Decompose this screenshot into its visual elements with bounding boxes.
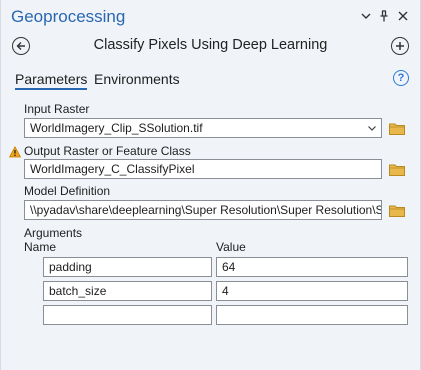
tab-environments[interactable]: Environments [94, 71, 180, 87]
tab-parameters[interactable]: Parameters [15, 71, 88, 90]
output-raster-field[interactable]: WorldImagery_C_ClassifyPixel [24, 159, 382, 179]
warning-icon [8, 145, 22, 158]
geoprocessing-pane: Geoprocessing Classify Pixels Using Deep… [0, 0, 421, 370]
argument-value-cell[interactable]: 64 [216, 257, 408, 277]
folder-icon[interactable] [389, 122, 405, 135]
pin-icon[interactable] [377, 8, 391, 24]
output-raster-label: Output Raster or Feature Class [24, 144, 191, 158]
arguments-column-value: Value [216, 240, 246, 254]
help-icon[interactable]: ? [393, 70, 409, 86]
arguments-label: Arguments [24, 226, 83, 240]
add-icon[interactable] [391, 37, 409, 55]
argument-name-cell[interactable]: batch_size [43, 281, 212, 301]
back-arrow-icon[interactable] [12, 37, 30, 55]
input-raster-field[interactable]: WorldImagery_Clip_SSolution.tif [24, 118, 382, 138]
chevron-down-icon[interactable] [359, 8, 373, 24]
argument-name-cell[interactable] [43, 305, 212, 325]
argument-value-cell[interactable]: 4 [216, 281, 408, 301]
argument-name-cell[interactable]: padding [43, 257, 212, 277]
tool-title: Classify Pixels Using Deep Learning [93, 37, 328, 53]
argument-value-cell[interactable] [216, 305, 408, 325]
folder-icon[interactable] [389, 163, 405, 176]
output-raster-value: WorldImagery_C_ClassifyPixel [30, 162, 195, 176]
input-raster-label: Input Raster [24, 102, 90, 116]
model-definition-label: Model Definition [24, 184, 111, 198]
chevron-down-icon[interactable] [366, 119, 378, 137]
input-raster-value: WorldImagery_Clip_SSolution.tif [30, 121, 203, 135]
close-icon[interactable] [396, 8, 410, 24]
arguments-column-name: Name [24, 240, 57, 254]
model-definition-value: \\pyadav\share\deeplearning\Super Resolu… [30, 203, 382, 217]
folder-icon[interactable] [389, 204, 405, 217]
pane-title: Geoprocessing [11, 7, 126, 26]
model-definition-field[interactable]: \\pyadav\share\deeplearning\Super Resolu… [24, 200, 382, 220]
